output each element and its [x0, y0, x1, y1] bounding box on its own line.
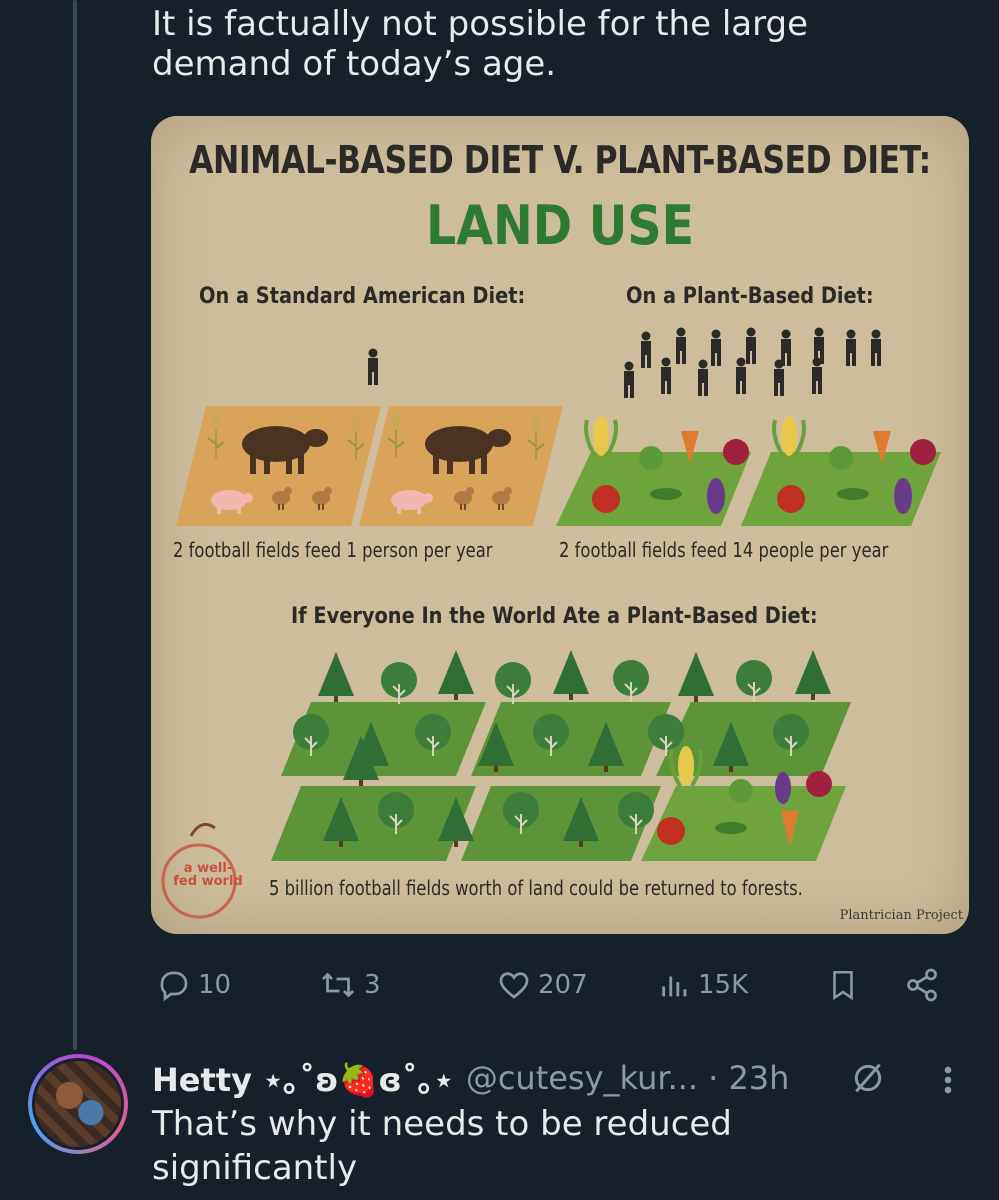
- reply-time[interactable]: · 23h: [708, 1059, 789, 1097]
- repost-count: 3: [364, 970, 381, 1000]
- logo-text: a well-fed world: [173, 861, 243, 889]
- heart-icon: [499, 972, 529, 999]
- tweet-actions: 10 3 207 15K: [150, 960, 950, 1010]
- avatar[interactable]: [28, 1054, 128, 1154]
- world-caption: 5 billion football fields worth of land …: [269, 876, 803, 900]
- reply-header: Hetty ⋆｡˚ʚ🍓ɞ˚｡⋆ @cutesy_kur... · 23h: [152, 1056, 789, 1100]
- reply-author-name[interactable]: Hetty ⋆｡˚ʚ🍓ɞ˚｡⋆: [152, 1055, 454, 1101]
- sad-caption: 2 football fields feed 1 person per year: [173, 538, 493, 562]
- repost-icon: [322, 972, 354, 998]
- tweet-image[interactable]: ANIMAL-BASED DIET V. PLANT-BASED DIET: L…: [151, 116, 969, 934]
- thread-line: [73, 0, 77, 1050]
- brand-text: Plantrician Project: [839, 908, 963, 923]
- grok-icon[interactable]: [848, 1058, 888, 1098]
- views-count: 15K: [698, 970, 749, 1000]
- share-icon: [907, 968, 937, 1002]
- reply-icon: [160, 971, 188, 1002]
- share-button[interactable]: [902, 960, 942, 1010]
- views-button[interactable]: 15K: [658, 960, 748, 1010]
- bookmark-icon: [833, 970, 853, 1001]
- reply-count: 10: [198, 970, 232, 1000]
- tweet-text: It is factually not possible for the lar…: [152, 4, 808, 84]
- reply-text: That’s why it needs to be reduced signif…: [152, 1104, 732, 1188]
- more-icon[interactable]: [938, 1060, 958, 1100]
- world-label: If Everyone In the World Ate a Plant-Bas…: [291, 604, 818, 629]
- reply-button[interactable]: 10: [156, 960, 231, 1010]
- views-icon: [662, 976, 687, 997]
- bookmark-button[interactable]: [826, 960, 860, 1010]
- reply-author-handle[interactable]: @cutesy_kur...: [466, 1059, 698, 1097]
- plant-caption: 2 football fields feed 14 people per yea…: [559, 538, 889, 562]
- like-count: 207: [538, 970, 588, 1000]
- diet-illustration: [161, 327, 941, 919]
- like-button[interactable]: 207: [496, 960, 588, 1010]
- repost-button[interactable]: 3: [318, 960, 381, 1010]
